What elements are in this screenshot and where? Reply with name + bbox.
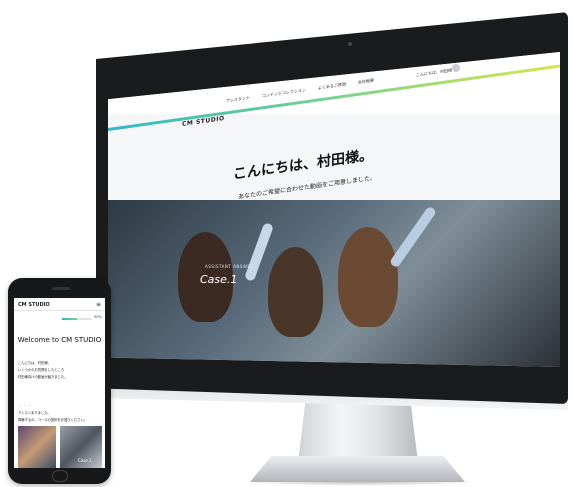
greeting-line: 村田様向けの動画が届きました。 bbox=[18, 375, 68, 379]
hamburger-menu-icon[interactable]: ≡ bbox=[96, 301, 101, 308]
imac-stand-base bbox=[250, 456, 465, 482]
video-thumbnail[interactable] bbox=[18, 426, 56, 468]
desktop-screen: CM STUDIO アシスタント コンテンツコレクション よくあるご質問 会社概… bbox=[108, 52, 560, 367]
phone-speaker bbox=[52, 287, 70, 290]
case-hero-image[interactable] bbox=[108, 200, 560, 367]
progress-bar bbox=[62, 318, 92, 320]
greeting-line: いくつかのお質問をしたところ bbox=[18, 368, 65, 372]
progress-label: 50% bbox=[94, 315, 102, 319]
photo-person bbox=[268, 247, 323, 337]
greeting-line: こんにちは、村田様。 bbox=[18, 361, 51, 365]
case-title: Case.1 bbox=[200, 273, 238, 286]
avatar[interactable] bbox=[452, 64, 460, 72]
welcome-heading: Welcome to CM STUDIO bbox=[17, 336, 102, 344]
camera-icon bbox=[348, 42, 352, 46]
home-button[interactable] bbox=[52, 470, 68, 482]
thumbnail-label: Case.1 bbox=[78, 458, 92, 463]
mobile-logo[interactable]: CM STUDIO bbox=[18, 302, 50, 308]
thanks-line: アシストありました。 bbox=[18, 411, 51, 415]
phone-mockup: CM STUDIO ≡ 50% Welcome to CM STUDIO こんに… bbox=[8, 278, 111, 484]
thanks-line: 視聴するの、コースの選択をお選びください。 bbox=[18, 418, 88, 422]
header-divider bbox=[14, 310, 105, 311]
case-kicker: ASSISTANT ANSWER bbox=[205, 264, 254, 269]
typing-dots: ・・・ bbox=[18, 403, 33, 408]
progress-fill bbox=[62, 318, 77, 320]
photo-person bbox=[338, 227, 398, 327]
mobile-screen: CM STUDIO ≡ 50% Welcome to CM STUDIO こんに… bbox=[14, 298, 105, 468]
